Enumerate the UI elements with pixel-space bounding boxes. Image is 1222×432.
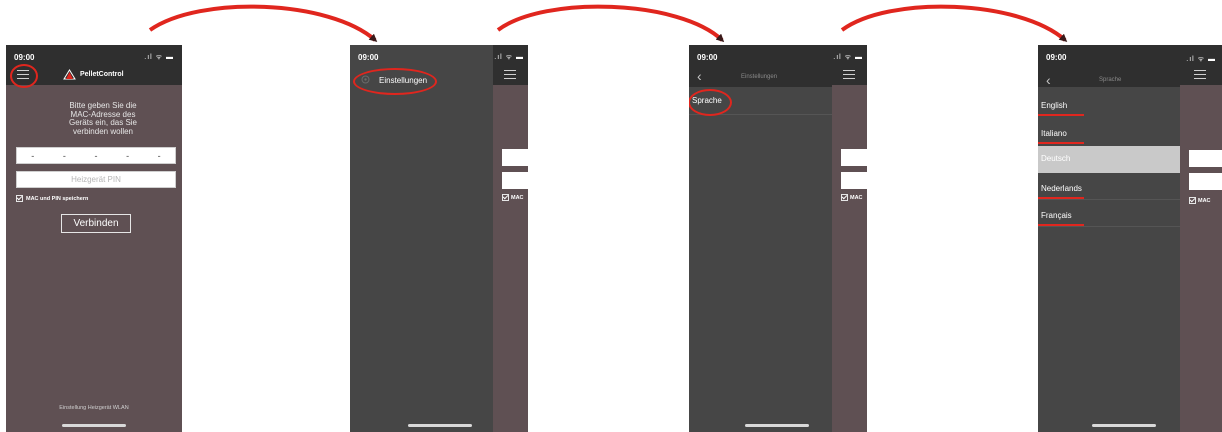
highlight-circle-language [689, 89, 732, 116]
divider [1038, 226, 1180, 227]
language-option-english[interactable]: English [1038, 93, 1180, 120]
save-checkbox-label: MAC und PIN speichern [26, 195, 89, 202]
connect-button[interactable]: Verbinden [61, 214, 131, 233]
back-chevron-icon[interactable]: ‹ [697, 68, 702, 84]
background-app-peek: MAC [493, 45, 528, 432]
highlight-circle-menu [10, 64, 38, 88]
brand-name: PelletControl [80, 71, 124, 78]
side-menu: 09:00 Einstellungen [350, 45, 493, 432]
home-indicator [1092, 424, 1156, 427]
phone-screen-language: MAC 09:00 ‹ Sprache English Italiano Deu… [1038, 45, 1222, 432]
hamburger-menu-icon[interactable] [504, 70, 516, 80]
home-indicator [745, 424, 809, 427]
flow-arrow [496, 4, 725, 43]
home-indicator [408, 424, 472, 427]
home-indicator [62, 424, 126, 427]
hamburger-menu-icon[interactable] [843, 70, 855, 80]
language-label: English [1041, 101, 1068, 110]
save-checkbox [841, 194, 848, 201]
instruction-text: Bitte geben Sie die MAC-Adresse des Gerä… [68, 101, 138, 136]
language-label: Italiano [1041, 129, 1067, 138]
app-logo: PelletControl [63, 69, 124, 80]
ghost-checkbox-label: MAC [1198, 197, 1211, 204]
ghost-checkbox-label: MAC [511, 194, 524, 201]
background-app-peek: MAC [1180, 45, 1222, 432]
highlight-underline [1038, 142, 1084, 144]
save-checkbox [1189, 197, 1196, 204]
highlight-underline [1038, 114, 1084, 116]
hamburger-menu-icon[interactable] [1194, 70, 1206, 80]
mac-segment: - [62, 150, 66, 161]
language-option-german[interactable]: Deutsch [1038, 146, 1180, 173]
mac-segment: - [126, 150, 130, 161]
phone-screen-side-menu: MAC 09:00 Einstellungen .ıl ᯤ ▬ [350, 45, 528, 432]
wifi-settings-link[interactable]: Einstellung Heizgerät WLAN [6, 405, 182, 411]
page-title: Sprache [1099, 77, 1122, 83]
page-title: Einstellungen [741, 74, 778, 80]
save-credentials-row[interactable]: MAC und PIN speichern [16, 195, 88, 202]
ghost-checkbox-label: MAC [850, 194, 863, 201]
flow-arrow [840, 4, 1068, 42]
language-panel: 09:00 ‹ Sprache English Italiano Deutsch… [1038, 45, 1180, 432]
save-checkbox [502, 194, 509, 201]
divider [1038, 199, 1180, 200]
flow-arrows [148, 4, 1068, 43]
flow-arrow [148, 4, 378, 42]
mac-segment: - [94, 150, 98, 161]
highlight-circle-settings [353, 68, 437, 95]
mac-segment: - [157, 150, 161, 161]
mac-address-input[interactable]: - - - - - [16, 147, 176, 164]
logo-triangle-icon [63, 69, 76, 80]
language-option-italian[interactable]: Italiano [1038, 121, 1180, 148]
pin-input[interactable]: Heizgerät PIN [16, 171, 176, 188]
phone-screen-settings: MAC 09:00 ‹ Einstellungen Sprache .ıl ᯤ … [689, 45, 867, 432]
language-label: Nederlands [1041, 184, 1082, 193]
mac-segment: - [31, 150, 35, 161]
language-label: Français [1041, 211, 1072, 220]
back-chevron-icon[interactable]: ‹ [1046, 72, 1051, 88]
background-app-peek: MAC [832, 45, 867, 432]
phone-screen-login: 09:00 .ıl ᯤ ▬ PelletControl Bitte geben … [6, 45, 182, 432]
language-label: Deutsch [1041, 154, 1071, 163]
save-checkbox[interactable] [16, 195, 23, 202]
